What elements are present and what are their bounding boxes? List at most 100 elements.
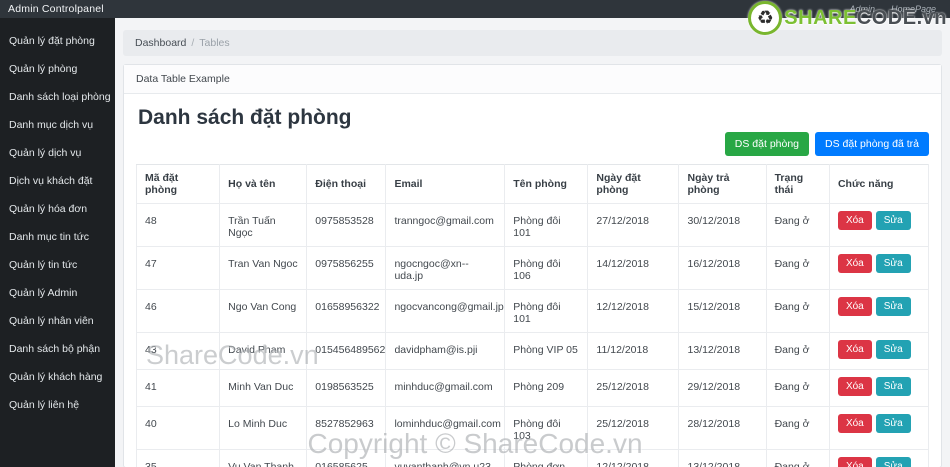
cell-actions: Xóa Sửa [828,406,930,450]
cell-actions: Xóa Sửa [828,369,930,407]
cell-checkin: 25/12/2018 [587,369,680,407]
column-header: Tên phòng [504,164,589,204]
edit-button[interactable]: Sửa [875,340,911,359]
cell-status: Đang ở [765,246,830,290]
table-row: 43 David Pham 015456489562 davidpham@is.pji… [135,332,930,370]
sidebar-item[interactable]: Quản lý hóa đơn [0,195,115,223]
table-row: 48 Trần Tuấn Ngọc 0975853528 tranngoc@gmail… [135,203,930,247]
cell-name: Vu Van Thanh [219,449,308,467]
sidebar-item[interactable]: Danh mục dịch vụ [0,111,115,139]
sidebar-item[interactable]: Quản lý tin tức [0,251,115,279]
column-header: Trạng thái [765,164,830,204]
cell-status: Đang ở [765,332,830,370]
sidebar-item[interactable]: Dịch vụ khách đặt [0,167,115,195]
delete-button[interactable]: Xóa [837,211,872,230]
cell-id: 41 [135,369,221,407]
column-header: Mã đặt phòng [135,164,221,204]
column-header: Email [385,164,506,204]
table-row: 40 Lo Minh Duc 8527852963 lominhduc@gmail.c… [135,406,930,450]
cell-room: Phòng đôi 101 [504,203,589,247]
cell-phone: 016585625 [306,449,387,467]
page-title: Danh sách đặt phòng [138,106,352,129]
cell-status: Đang ở [765,449,830,467]
breadcrumb-current: Tables [199,37,230,49]
cell-phone: 015456489562 [306,332,387,370]
cell-checkin: 12/12/2018 [587,449,680,467]
data-table-card: Data Table Example Danh sách đặt phòng D… [123,64,942,467]
cell-email: ngocvancong@gmail.jp [385,289,506,333]
cell-name: Lo Minh Duc [219,406,308,450]
breadcrumb-dashboard[interactable]: Dashboard [135,37,186,49]
cell-id: 35 [135,449,221,467]
topbar-link-homepage[interactable]: HomePage [891,4,936,14]
cell-phone: 0198563525 [306,369,387,407]
topbar-link-admin[interactable]: Admin [849,4,875,14]
card-body: Danh sách đặt phòng DS đặt phòng DS đặt … [124,94,941,467]
cell-actions: Xóa Sửa [828,332,930,370]
cell-checkin: 25/12/2018 [587,406,680,450]
delete-button[interactable]: Xóa [837,457,872,467]
sidebar-item[interactable]: Quản lý khách hàng [0,363,115,391]
cell-checkin: 12/12/2018 [587,289,680,333]
delete-button[interactable]: Xóa [837,414,872,433]
button-row: DS đặt phòng DS đặt phòng đã trả [136,132,929,156]
table-row: 35 Vu Van Thanh 016585625 vuvanthanh@vn.u23… [135,449,930,467]
cell-phone: 8527852963 [306,406,387,450]
cell-email: lominhduc@gmail.com [385,406,506,450]
sidebar-item[interactable]: Danh mục tin tức [0,223,115,251]
cell-id: 46 [135,289,221,333]
cell-name: Trần Tuấn Ngọc [219,203,308,247]
cell-checkout: 15/12/2018 [678,289,767,333]
sidebar-item[interactable]: Quản lý nhân viên [0,307,115,335]
table-row: 41 Minh Van Duc 0198563525 minhduc@gmail.co… [135,369,930,407]
app-title: Admin Controlpanel [8,3,104,15]
sidebar-item[interactable]: Quản lý Admin [0,279,115,307]
cell-room: Phòng đôi 106 [504,246,589,290]
delete-button[interactable]: Xóa [837,297,872,316]
edit-button[interactable]: Sửa [875,414,911,433]
sidebar-item[interactable]: Danh sách bộ phận [0,335,115,363]
column-header: Chức năng [828,164,930,204]
edit-button[interactable]: Sửa [875,211,911,230]
sidebar-item[interactable]: Quản lý phòng [0,55,115,83]
cell-id: 47 [135,246,221,290]
cell-status: Đang ở [765,203,830,247]
sidebar-nav: Quản lý đặt phòng Quản lý phòng Danh sách … [0,18,115,467]
cell-status: Đang ở [765,369,830,407]
cell-checkout: 28/12/2018 [678,406,767,450]
sidebar-item[interactable]: Quản lý dịch vụ [0,139,115,167]
table-row: 47 Tran Van Ngoc 0975856255 ngocngoc@xn--ud… [135,246,930,290]
delete-button[interactable]: Xóa [837,340,872,359]
sidebar-item[interactable]: Danh sách loại phòng [0,83,115,111]
cell-room: Phòng đôi 103 [504,406,589,450]
edit-button[interactable]: Sửa [875,377,911,396]
edit-button[interactable]: Sửa [875,254,911,273]
cell-status: Đang ở [765,289,830,333]
cell-name: David Pham [219,332,308,370]
edit-button[interactable]: Sửa [875,297,911,316]
cell-checkout: 13/12/2018 [678,449,767,467]
delete-button[interactable]: Xóa [837,377,872,396]
sidebar-item[interactable]: Quản lý đặt phòng [0,27,115,55]
column-header: Điện thoại [306,164,387,204]
cell-actions: Xóa Sửa [828,289,930,333]
cell-name: Tran Van Ngoc [219,246,308,290]
cell-email: vuvanthanh@vn.u23 [385,449,506,467]
table-header-row: Mã đặt phòng Họ và tên Điện thoại Email Tên … [135,164,930,204]
cell-room: Phòng 209 [504,369,589,407]
cell-email: tranngoc@gmail.com [385,203,506,247]
bookings-list-button[interactable]: DS đặt phòng [724,132,810,156]
column-header: Họ và tên [219,164,308,204]
cell-id: 40 [135,406,221,450]
edit-button[interactable]: Sửa [875,457,911,467]
cell-room: Phòng đôi 101 [504,289,589,333]
table-row: 46 Ngo Van Cong 01658956322 ngocvancong@gma… [135,289,930,333]
column-header: Ngày đặt phòng [587,164,680,204]
cell-name: Ngo Van Cong [219,289,308,333]
cell-id: 43 [135,332,221,370]
cell-name: Minh Van Duc [219,369,308,407]
topbar-links: Admin HomePage [849,4,942,14]
returned-bookings-button[interactable]: DS đặt phòng đã trả [815,132,929,156]
delete-button[interactable]: Xóa [837,254,872,273]
sidebar-item[interactable]: Quản lý liên hệ [0,391,115,419]
